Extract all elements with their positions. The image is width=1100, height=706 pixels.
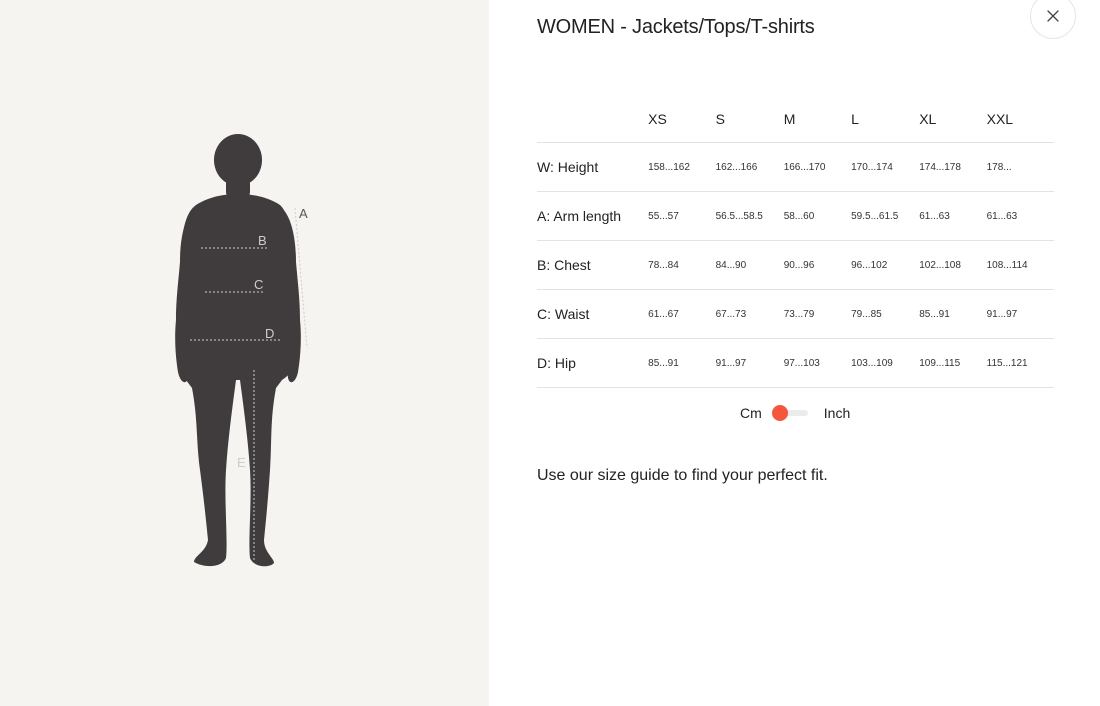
unit-label-cm[interactable]: Cm xyxy=(740,405,762,421)
table-cell: 96...102 xyxy=(851,240,920,290)
figure-panel: A B C D E xyxy=(0,0,489,706)
measure-label-b: B xyxy=(258,233,267,248)
table-cell: 58...60 xyxy=(783,191,852,241)
size-header-xs: XS xyxy=(648,95,716,143)
table-cell: 67...73 xyxy=(715,289,784,339)
table-cell: 108...114 xyxy=(986,240,1054,290)
row-label-arm-length: A: Arm length xyxy=(537,191,649,241)
toggle-knob xyxy=(771,405,788,421)
table-cell: 91...97 xyxy=(986,289,1054,339)
silhouette xyxy=(175,134,301,567)
unit-toggle-switch[interactable] xyxy=(771,405,808,421)
table-cell: 109...115 xyxy=(919,338,987,388)
measure-label-d: D xyxy=(265,326,274,341)
table-row: C: Waist 61...67 67...73 73...79 79...85… xyxy=(537,289,1054,339)
table-cell: 73...79 xyxy=(783,289,852,339)
page-title: WOMEN - Jackets/Tops/T-shirts xyxy=(537,16,815,38)
table-cell: 90...96 xyxy=(783,240,852,290)
table-cell: 158...162 xyxy=(648,142,716,192)
header-corner xyxy=(537,95,649,143)
table-row: W: Height 158...162 162...166 166...170 … xyxy=(537,142,1054,192)
measure-label-e: E xyxy=(237,455,246,470)
table-cell: 56.5...58.5 xyxy=(715,191,784,241)
measure-label-c: C xyxy=(254,277,263,292)
unit-label-inch[interactable]: Inch xyxy=(824,405,850,421)
table-cell: 59.5...61.5 xyxy=(851,191,920,241)
table-cell: 170...174 xyxy=(851,142,920,192)
table-cell: 174...178 xyxy=(919,142,987,192)
measure-label-a: A xyxy=(299,206,308,221)
size-header-xl: XL xyxy=(919,95,987,143)
table-cell: 103...109 xyxy=(851,338,920,388)
row-label-chest: B: Chest xyxy=(537,240,649,290)
table-cell: 61...63 xyxy=(986,191,1054,241)
size-header-l: L xyxy=(851,95,920,143)
table-cell: 115...121 xyxy=(986,338,1054,388)
table-cell: 91...97 xyxy=(715,338,784,388)
table-cell: 61...67 xyxy=(648,289,716,339)
size-header-m: M xyxy=(783,95,852,143)
table-cell: 97...103 xyxy=(783,338,852,388)
size-guide-description: Use our size guide to find your perfect … xyxy=(537,467,828,484)
table-cell: 61...63 xyxy=(919,191,987,241)
table-cell: 102...108 xyxy=(919,240,987,290)
size-header-s: S xyxy=(715,95,784,143)
table-cell: 178... xyxy=(986,142,1054,192)
row-label-waist: C: Waist xyxy=(537,289,649,339)
table-row: D: Hip 85...91 91...97 97...103 103...10… xyxy=(537,338,1054,388)
table-cell: 79...85 xyxy=(851,289,920,339)
table-cell: 78...84 xyxy=(648,240,716,290)
unit-toggle: Cm Inch xyxy=(740,405,850,421)
size-header-xxl: XXL xyxy=(986,95,1054,143)
body-silhouette-figure: A B C D E xyxy=(175,134,308,567)
size-guide-panel: WOMEN - Jackets/Tops/T-shirts XS S M L X… xyxy=(489,0,1100,706)
size-header-row: XS S M L XL XXL xyxy=(537,95,1054,143)
table-cell: 166...170 xyxy=(783,142,852,192)
size-table: XS S M L XL XXL W: Height 158...162 162.… xyxy=(537,95,1054,388)
row-label-hip: D: Hip xyxy=(537,338,649,388)
table-cell: 84...90 xyxy=(715,240,784,290)
table-row: A: Arm length 55...57 56.5...58.5 58...6… xyxy=(537,191,1054,241)
table-cell: 85...91 xyxy=(919,289,987,339)
close-button[interactable] xyxy=(1030,0,1076,39)
table-row: B: Chest 78...84 84...90 90...96 96...10… xyxy=(537,240,1054,290)
table-cell: 162...166 xyxy=(715,142,784,192)
table-cell: 85...91 xyxy=(648,338,716,388)
table-cell: 55...57 xyxy=(648,191,716,241)
close-icon xyxy=(1047,10,1059,22)
row-label-height: W: Height xyxy=(537,142,649,192)
